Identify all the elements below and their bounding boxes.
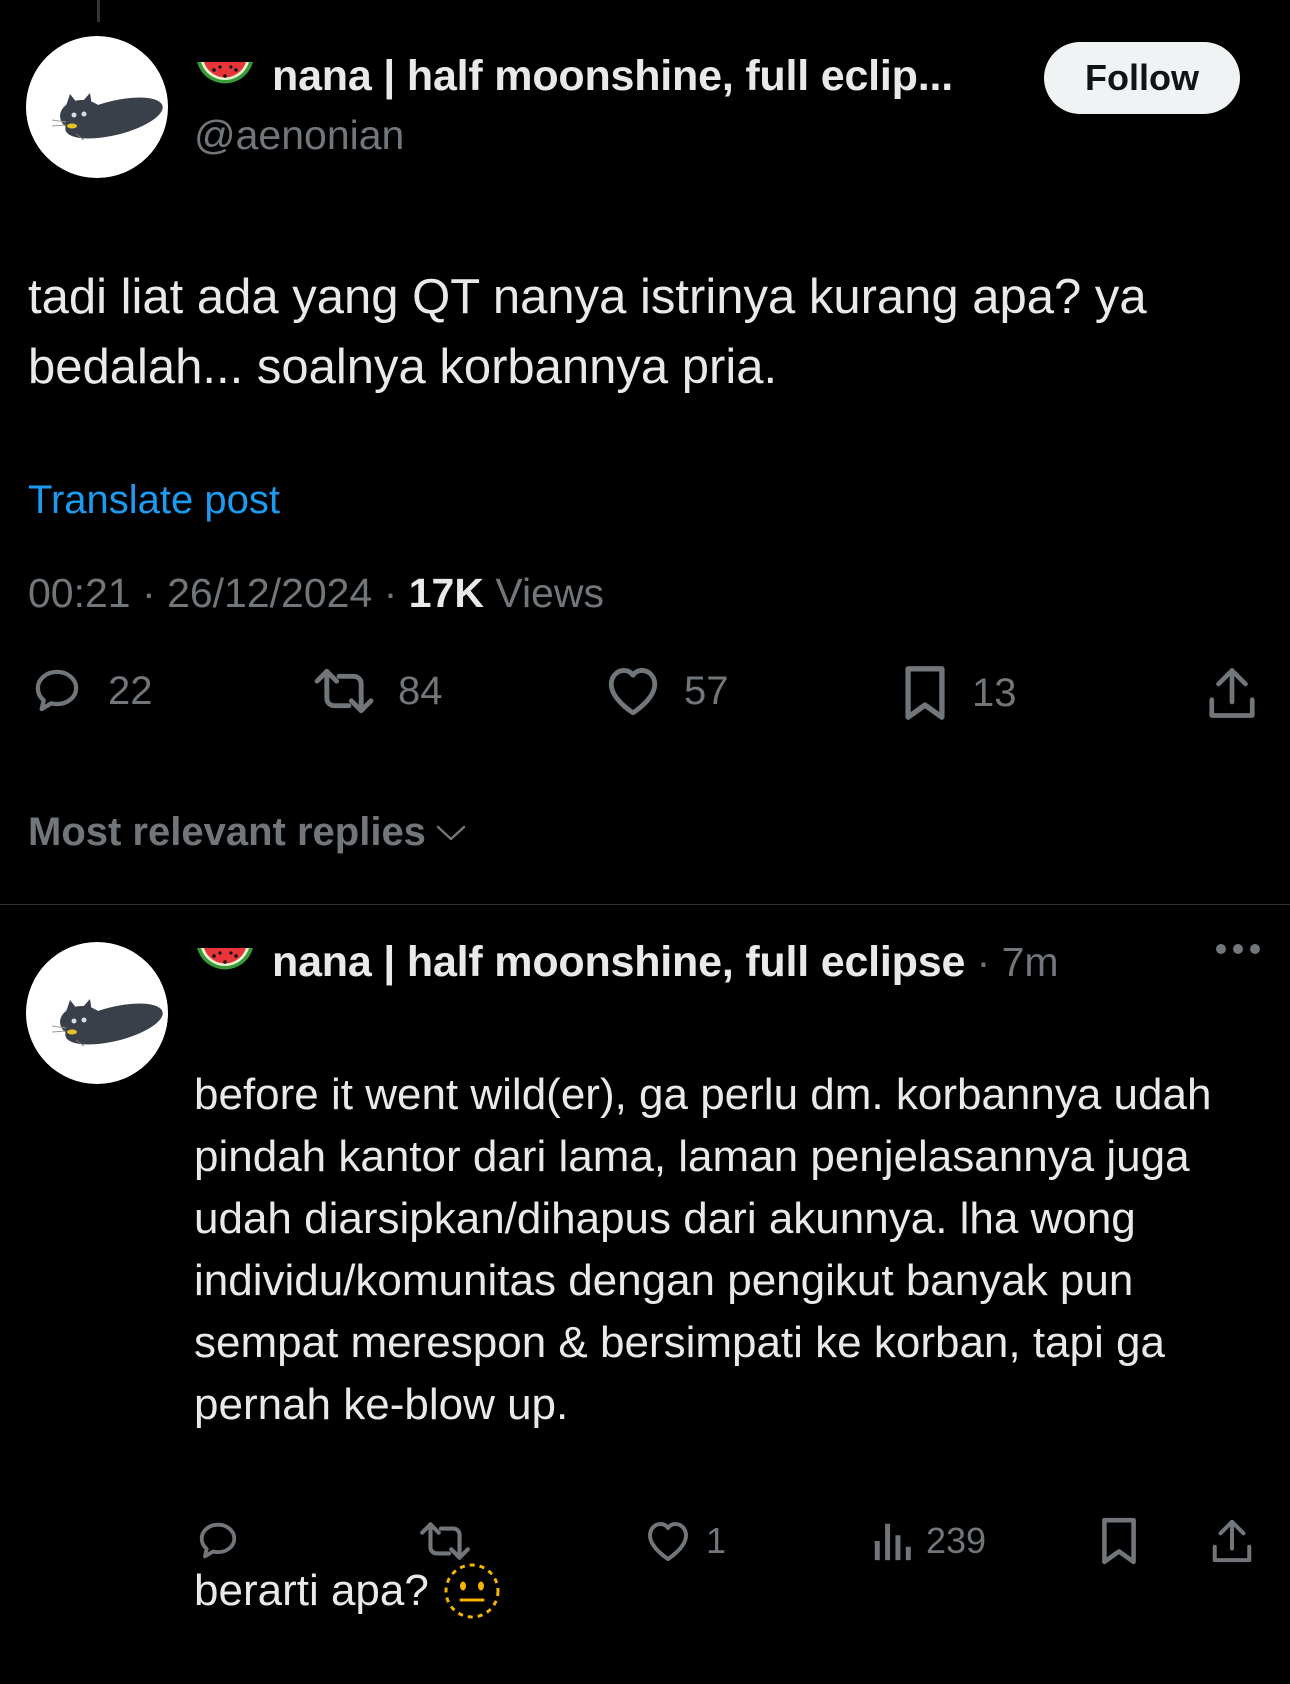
post-meta: 00:21 · 26/12/2024 · 17K Views	[28, 570, 604, 617]
reply-button[interactable]: 22	[28, 664, 153, 718]
watermelon-emoji	[197, 61, 253, 83]
reply-display-name[interactable]: nana | half moonshine, full eclipse	[272, 938, 965, 987]
repost-button[interactable]: 84	[312, 664, 443, 718]
views-icon	[874, 1523, 911, 1561]
heart-icon	[648, 1522, 688, 1561]
reply-repost-button[interactable]	[418, 1518, 472, 1564]
meta-separator: ·	[383, 570, 409, 616]
sort-replies-dropdown[interactable]: Most relevant replies	[28, 810, 468, 855]
post-date[interactable]: 26/12/2024	[167, 570, 372, 616]
reply-bookmark-button[interactable]	[1098, 1516, 1140, 1566]
bookmark-count: 13	[972, 670, 1017, 715]
heart-icon	[608, 668, 658, 716]
author-name-row[interactable]: nana | half moonshine, full eclip...	[194, 52, 953, 101]
repost-icon	[420, 1522, 470, 1560]
reply-text: before it went wild(er), ga perlu dm. ko…	[194, 1002, 1274, 1684]
views-label: Views	[495, 570, 604, 616]
bookmark-button[interactable]: 13	[900, 664, 1017, 722]
reply-text-closing: berarti apa?	[194, 1560, 1274, 1622]
reply-icon	[199, 1522, 237, 1559]
follow-button[interactable]: Follow	[1044, 42, 1240, 114]
thread-line	[97, 0, 100, 22]
reply-views-button[interactable]: 239	[872, 1518, 986, 1564]
repost-count: 84	[398, 668, 443, 713]
meta-separator: ·	[965, 939, 1002, 985]
post-time[interactable]: 00:21	[28, 570, 131, 616]
reply-like-count: 1	[706, 1520, 727, 1561]
reply-text-body: before it went wild(er), ga perlu dm. ko…	[194, 1070, 1212, 1429]
reply-count: 22	[108, 668, 153, 713]
reply-reply-button[interactable]	[194, 1518, 242, 1564]
reply-icon	[35, 669, 79, 712]
reply-like-button[interactable]: 1	[644, 1518, 726, 1564]
share-icon	[1212, 1519, 1252, 1563]
translate-post-link[interactable]: Translate post	[28, 478, 280, 523]
like-count: 57	[684, 668, 729, 713]
repost-icon	[314, 668, 374, 714]
display-name[interactable]: nana | half moonshine, full eclip...	[272, 52, 953, 101]
chevron-down-icon	[436, 825, 466, 840]
sort-label: Most relevant replies	[28, 810, 426, 854]
watermelon-emoji	[197, 947, 253, 969]
bookmark-icon	[905, 666, 945, 720]
like-button[interactable]: 57	[604, 664, 729, 718]
post-text: tadi liat ada yang QT nanya istrinya kur…	[28, 270, 1147, 394]
dotted-line-face-emoji	[444, 1563, 500, 1619]
reply-views-count: 239	[926, 1520, 987, 1561]
share-button[interactable]	[1206, 666, 1258, 720]
avatar[interactable]	[26, 36, 168, 178]
handle[interactable]: @aenonian	[194, 112, 404, 159]
more-dot	[1233, 944, 1243, 954]
reply-time[interactable]: 7m	[1002, 939, 1059, 986]
more-dot	[1216, 944, 1226, 954]
more-dot	[1250, 944, 1260, 954]
reply-avatar[interactable]	[26, 942, 168, 1084]
reply-share-button[interactable]	[1210, 1518, 1254, 1564]
views-count: 17K	[408, 570, 484, 616]
bookmark-icon	[1102, 1517, 1136, 1565]
reply-text-question: berarti apa?	[194, 1566, 429, 1615]
divider	[0, 904, 1290, 905]
reply-author-row[interactable]: nana | half moonshine, full eclipse · 7m	[194, 938, 1059, 987]
meta-separator: ·	[142, 570, 168, 616]
more-icon[interactable]	[1216, 944, 1260, 954]
share-icon	[1209, 668, 1255, 718]
